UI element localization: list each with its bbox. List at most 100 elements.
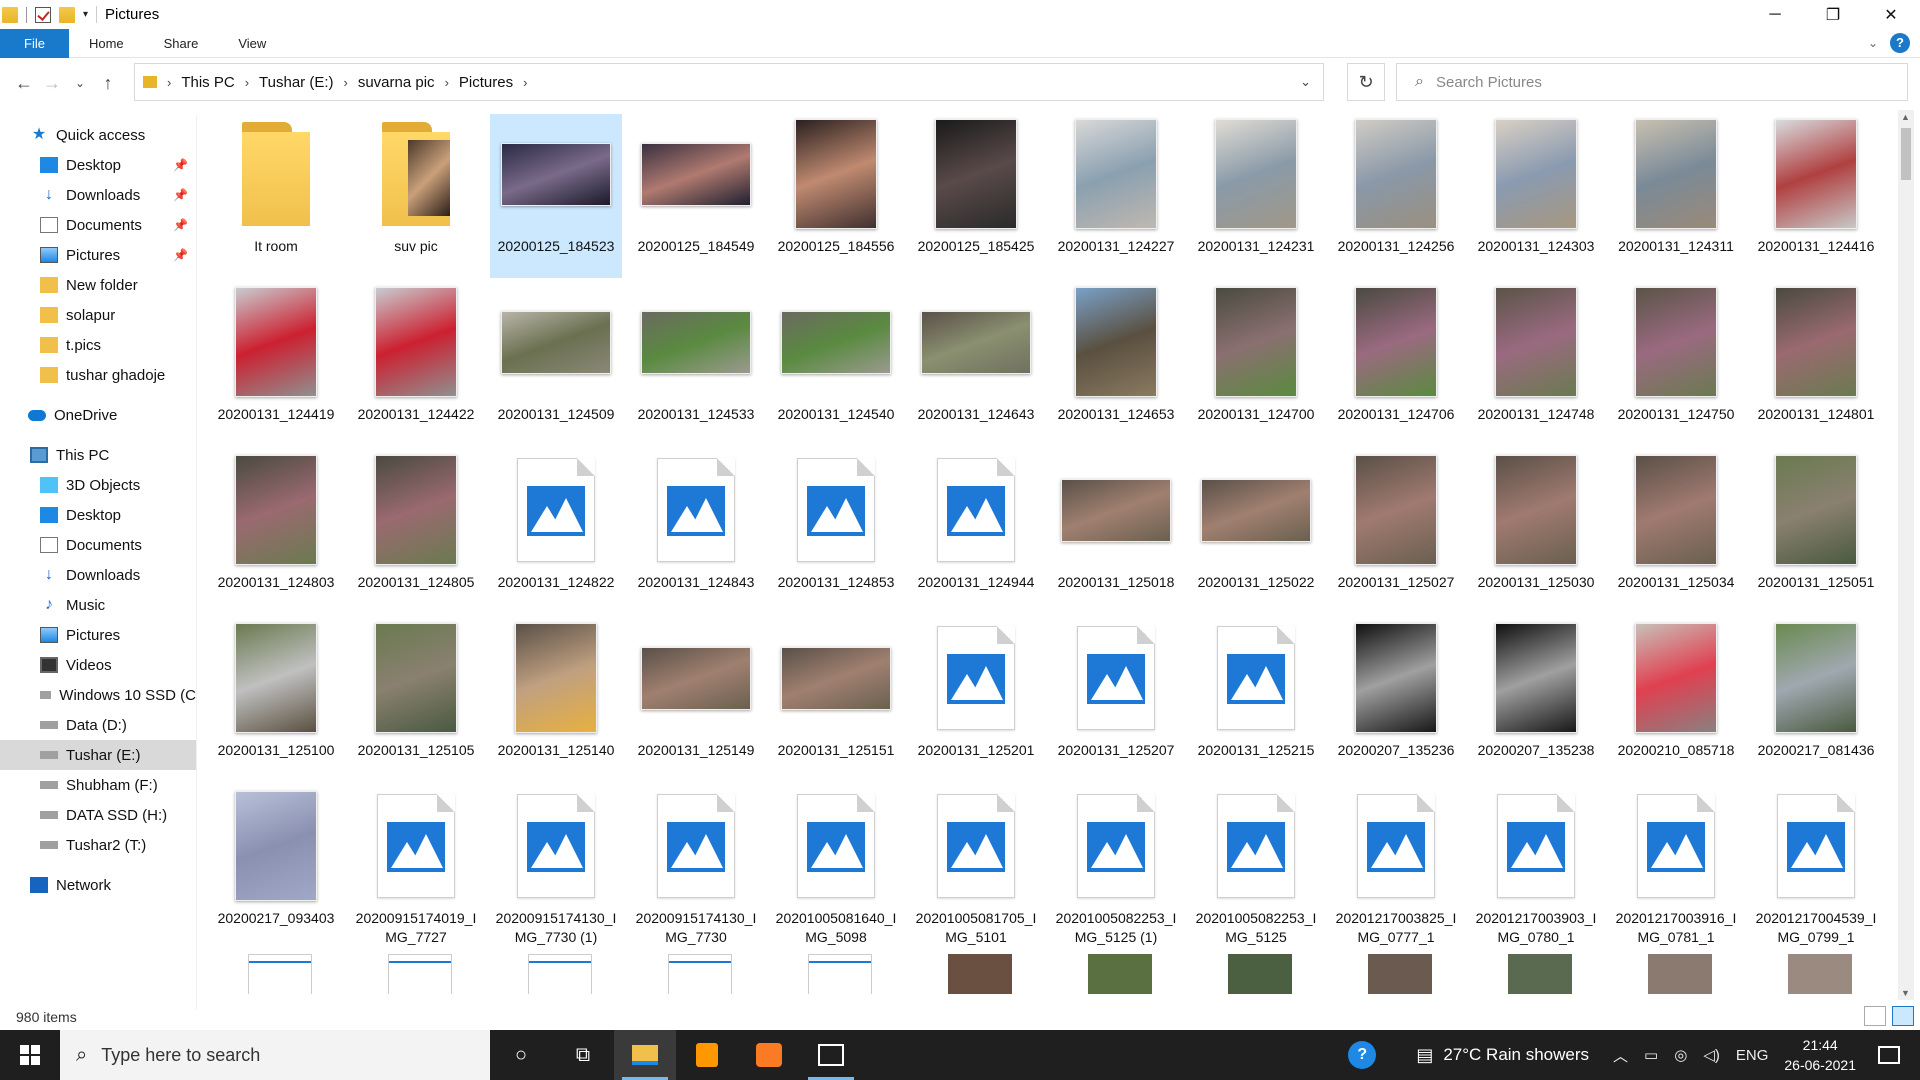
file-item[interactable]: 20200131_124944 <box>910 450 1042 614</box>
expand-ribbon-icon[interactable]: ⌄ <box>1868 36 1878 50</box>
pane-divider[interactable] <box>196 115 197 1010</box>
battery-icon[interactable]: ▭ <box>1644 1046 1658 1064</box>
sidebar-item-desktop[interactable]: Desktop 📌 <box>0 150 196 180</box>
sidebar-item-shubham-f-[interactable]: Shubham (F:) <box>0 770 196 800</box>
weather-widget[interactable]: ▤ 27°C Rain showers <box>1416 1045 1589 1066</box>
file-item[interactable]: 20200131_124643 <box>910 282 1042 446</box>
file-item[interactable]: 20200207_135236 <box>1330 618 1462 782</box>
file-item[interactable]: 20200131_125018 <box>1050 450 1182 614</box>
file-item[interactable]: 20201217003916_IMG_0781_1 <box>1610 786 1742 950</box>
tab-view[interactable]: View <box>218 29 286 58</box>
file-item[interactable]: 20200125_184556 <box>770 114 902 278</box>
recent-locations-icon[interactable]: ⌄ <box>66 76 94 90</box>
sidebar-item-data-d-[interactable]: Data (D:) <box>0 710 196 740</box>
chevron-right-icon[interactable]: › <box>344 75 348 90</box>
file-item[interactable]: 20200207_135238 <box>1470 618 1602 782</box>
volume-icon[interactable]: ◁) <box>1703 1046 1720 1064</box>
forward-arrow-icon[interactable]: → <box>38 73 66 94</box>
sidebar-item-onedrive[interactable]: OneDrive <box>0 400 196 430</box>
breadcrumb-suvarna-pic[interactable]: suvarna pic <box>358 74 435 91</box>
file-item[interactable]: 20201005082253_IMG_5125 (1) <box>1050 786 1182 950</box>
file-item[interactable] <box>1190 954 1330 994</box>
minimize-button[interactable]: ─ <box>1746 0 1804 29</box>
file-item[interactable] <box>630 954 770 994</box>
scrollbar-thumb[interactable] <box>1901 128 1911 180</box>
file-item[interactable]: 20200131_125151 <box>770 618 902 782</box>
file-item[interactable] <box>350 954 490 994</box>
cortana-icon[interactable]: ○ <box>490 1030 552 1080</box>
new-folder-icon[interactable] <box>59 6 75 23</box>
start-button[interactable] <box>0 1030 60 1080</box>
file-item[interactable]: 20200131_124706 <box>1330 282 1462 446</box>
sidebar-item-videos[interactable]: Videos <box>0 650 196 680</box>
file-item[interactable] <box>210 954 350 994</box>
file-item[interactable]: 20201005081640_IMG_5098 <box>770 786 902 950</box>
file-item[interactable]: 20200131_125030 <box>1470 450 1602 614</box>
chevron-right-icon[interactable]: › <box>167 75 171 90</box>
file-item[interactable]: 20201217003825_IMG_0777_1 <box>1330 786 1462 950</box>
file-item[interactable]: 20200131_124653 <box>1050 282 1182 446</box>
file-item[interactable]: 20200217_093403 <box>210 786 342 950</box>
chevron-right-icon[interactable]: › <box>523 75 527 90</box>
tab-home[interactable]: Home <box>69 29 144 58</box>
sidebar-item-downloads[interactable]: ↓ Downloads 📌 <box>0 180 196 210</box>
xampp-taskbar-button[interactable] <box>738 1030 800 1080</box>
file-item[interactable]: 20200131_124231 <box>1190 114 1322 278</box>
file-item[interactable]: 20200131_124853 <box>770 450 902 614</box>
chevron-down-icon[interactable]: ⌄ <box>1300 74 1311 90</box>
file-item[interactable]: 20200131_124805 <box>350 450 482 614</box>
sidebar-item-new-folder[interactable]: New folder <box>0 270 196 300</box>
chevron-right-icon[interactable]: › <box>445 75 449 90</box>
file-item[interactable] <box>910 954 1050 994</box>
file-item[interactable]: It room <box>210 114 342 278</box>
file-item[interactable]: 20200131_125100 <box>210 618 342 782</box>
file-item[interactable]: 20200131_124843 <box>630 450 762 614</box>
sidebar-item-pictures[interactable]: Pictures 📌 <box>0 240 196 270</box>
sidebar-item-pictures[interactable]: Pictures <box>0 620 196 650</box>
sidebar-item-t-pics[interactable]: t.pics <box>0 330 196 360</box>
search-input[interactable]: ⌕ Search Pictures <box>1396 63 1908 101</box>
sidebar-item-data-ssd-h-[interactable]: DATA SSD (H:) <box>0 800 196 830</box>
file-item[interactable]: 20200131_124700 <box>1190 282 1322 446</box>
notification-icon[interactable] <box>1878 1046 1900 1064</box>
file-item[interactable] <box>1470 954 1610 994</box>
file-item[interactable]: 20200131_125215 <box>1190 618 1322 782</box>
file-item[interactable]: 20200125_184549 <box>630 114 762 278</box>
file-item[interactable]: 20200131_125201 <box>910 618 1042 782</box>
sublime-text-taskbar-button[interactable] <box>676 1030 738 1080</box>
file-item[interactable]: 20200131_124509 <box>490 282 622 446</box>
help-icon[interactable]: ? <box>1348 1041 1377 1069</box>
file-item[interactable]: 20200915174019_IMG_7727 <box>350 786 482 950</box>
customize-toolbar-icon[interactable]: ▾ <box>83 9 88 20</box>
file-item[interactable]: 20200131_124256 <box>1330 114 1462 278</box>
address-bar[interactable]: › This PC › Tushar (E:) › suvarna pic › … <box>134 63 1324 101</box>
vertical-scrollbar[interactable]: ▲ ▼ <box>1898 110 1914 1000</box>
refresh-button[interactable]: ↻ <box>1347 63 1385 101</box>
sidebar-item-tushar-e-[interactable]: Tushar (E:) <box>0 740 196 770</box>
file-item[interactable]: 20201005081705_IMG_5101 <box>910 786 1042 950</box>
sidebar-item-solapur[interactable]: solapur <box>0 300 196 330</box>
file-item[interactable] <box>1750 954 1890 994</box>
file-item[interactable]: 20200131_124227 <box>1050 114 1182 278</box>
file-item[interactable]: 20200217_081436 <box>1750 618 1882 782</box>
properties-icon[interactable] <box>35 6 51 23</box>
clock[interactable]: 21:44 26-06-2021 <box>1784 1035 1856 1075</box>
file-item[interactable]: 20201217004539_IMG_0799_1 <box>1750 786 1882 950</box>
large-icons-view-button[interactable] <box>1892 1006 1914 1026</box>
sidebar-item-documents[interactable]: Documents <box>0 530 196 560</box>
file-item[interactable]: 20200131_125105 <box>350 618 482 782</box>
details-view-button[interactable] <box>1864 1006 1886 1026</box>
file-item[interactable]: 20200131_124422 <box>350 282 482 446</box>
sidebar-item-desktop[interactable]: Desktop <box>0 500 196 530</box>
file-item[interactable] <box>1610 954 1750 994</box>
taskbar-search[interactable]: ⌕ Type here to search <box>60 1030 490 1080</box>
scroll-up-icon[interactable]: ▲ <box>1901 112 1910 122</box>
chevron-right-icon[interactable]: › <box>245 75 249 90</box>
back-arrow-icon[interactable]: ← <box>10 73 38 94</box>
sidebar-item-network[interactable]: Network <box>0 870 196 900</box>
sidebar-item-tushar-ghadoje[interactable]: tushar ghadoje <box>0 360 196 390</box>
chevron-up-icon[interactable]: ︿ <box>1613 1045 1628 1066</box>
file-item[interactable]: 20200131_124801 <box>1750 282 1882 446</box>
sidebar-item-windows-10-ssd-c[interactable]: Windows 10 SSD (C <box>0 680 196 710</box>
scroll-down-icon[interactable]: ▼ <box>1901 988 1910 998</box>
